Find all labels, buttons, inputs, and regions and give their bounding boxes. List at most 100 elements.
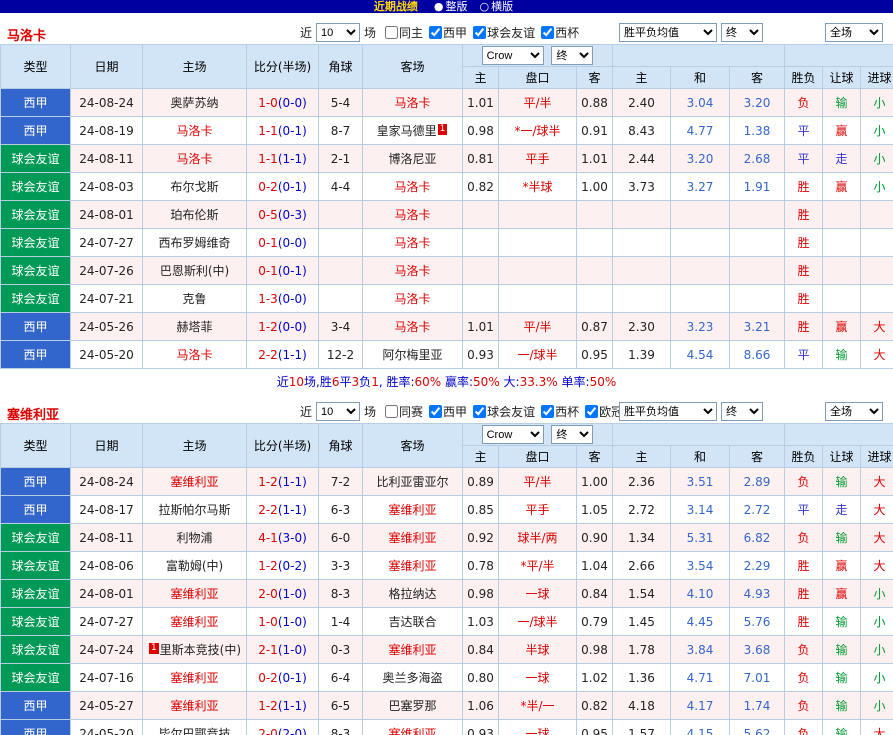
filter-checkbox[interactable]: 同主 bbox=[380, 24, 423, 41]
checkbox-input[interactable] bbox=[429, 405, 442, 418]
avg-home-odds bbox=[613, 257, 671, 285]
home-team: 拉斯帕尔马斯 bbox=[143, 496, 247, 524]
summary-segment: 赢率: bbox=[441, 375, 473, 389]
half-time-score: (0-1) bbox=[278, 180, 307, 194]
checkbox-input[interactable] bbox=[585, 405, 598, 418]
avg-home-odds: 2.72 bbox=[613, 496, 671, 524]
filter-checkbox[interactable]: 西甲 bbox=[424, 24, 467, 41]
away-odds bbox=[577, 285, 613, 313]
avg-away-odds: 6.82 bbox=[730, 524, 785, 552]
team-name: 塞维利亚 bbox=[388, 559, 436, 573]
league-type: 球会友谊 bbox=[1, 201, 71, 229]
avg-home-odds: 8.43 bbox=[613, 117, 671, 145]
team-name: 西布罗姆维奇 bbox=[158, 236, 230, 250]
away-team: 马洛卡 bbox=[363, 89, 463, 117]
goals-cell: 大 bbox=[861, 341, 893, 369]
corner-score: 8-3 bbox=[319, 580, 363, 608]
col-avg-draw: 和 bbox=[671, 446, 730, 468]
match-date: 24-07-16 bbox=[71, 664, 143, 692]
col-corner: 角球 bbox=[319, 45, 363, 89]
team-name: 塞维利亚 bbox=[388, 643, 436, 657]
full-match-select[interactable]: 全场 bbox=[825, 402, 883, 421]
odds-final-select[interactable]: 终 bbox=[551, 425, 593, 444]
avg-odds-type-select[interactable]: 胜平负均值 bbox=[619, 402, 717, 421]
filter-checkbox[interactable]: 西杯 bbox=[536, 24, 579, 41]
away-odds: 1.00 bbox=[577, 173, 613, 201]
col-handicap-result: 让球 bbox=[823, 446, 861, 468]
avg-odds-type-select[interactable]: 胜平负均值 bbox=[619, 23, 717, 42]
home-team: 奥萨苏纳 bbox=[143, 89, 247, 117]
half-time-score: (1-0) bbox=[278, 587, 307, 601]
handicap-line: 平/半 bbox=[499, 89, 577, 117]
match-date: 24-07-26 bbox=[71, 257, 143, 285]
checkbox-input[interactable] bbox=[541, 26, 554, 39]
goals-cell: 大 bbox=[861, 552, 893, 580]
checkbox-input[interactable] bbox=[473, 26, 486, 39]
avg-final-select[interactable]: 终 bbox=[721, 402, 763, 421]
result-cell: 胜 bbox=[785, 313, 823, 341]
handicap-line: 一球 bbox=[499, 664, 577, 692]
half-time-score: (3-0) bbox=[278, 531, 307, 545]
handicap-result-cell: 走 bbox=[823, 145, 861, 173]
away-team: 格拉纳达 bbox=[363, 580, 463, 608]
match-row: 西甲24-08-24奥萨苏纳1-0(0-0)5-4马洛卡1.01平/半0.882… bbox=[1, 89, 893, 117]
filter-checkbox[interactable]: 西杯 bbox=[536, 403, 579, 420]
filter-checkbox[interactable]: 西甲 bbox=[424, 403, 467, 420]
checkbox-input[interactable] bbox=[473, 405, 486, 418]
match-date: 24-05-20 bbox=[71, 341, 143, 369]
match-count-select[interactable]: 10 bbox=[316, 23, 360, 42]
away-odds: 0.79 bbox=[577, 608, 613, 636]
radio-horizontal-version[interactable]: ○横版 bbox=[480, 0, 514, 13]
avg-away-odds bbox=[730, 285, 785, 313]
odds-final-select[interactable]: 终 bbox=[551, 46, 593, 65]
radio-full-version[interactable]: ●整版 bbox=[434, 0, 468, 13]
full-time-score: 0-2 bbox=[258, 671, 278, 685]
radio-selected-icon: ● bbox=[434, 0, 444, 13]
home-team: 马洛卡 bbox=[143, 117, 247, 145]
league-type: 球会友谊 bbox=[1, 229, 71, 257]
match-date: 24-07-24 bbox=[71, 636, 143, 664]
handicap-line bbox=[499, 285, 577, 313]
avg-home-odds: 1.57 bbox=[613, 720, 671, 735]
filter-checkbox[interactable]: 同赛 bbox=[380, 403, 423, 420]
filter-checkbox[interactable]: 球会友谊 bbox=[468, 24, 535, 41]
home-odds: 0.81 bbox=[463, 145, 499, 173]
away-team: 奥兰多海盗 bbox=[363, 664, 463, 692]
handicap-line: *一/球半 bbox=[499, 117, 577, 145]
odds-provider-select[interactable]: Crow bbox=[482, 425, 544, 444]
team-name: 布尔戈斯 bbox=[170, 180, 218, 194]
home-odds: 0.80 bbox=[463, 664, 499, 692]
checkbox-input[interactable] bbox=[385, 26, 398, 39]
corner-score bbox=[319, 257, 363, 285]
team-name: 比利亚雷亚尔 bbox=[376, 475, 448, 489]
away-odds: 0.88 bbox=[577, 89, 613, 117]
avg-final-select[interactable]: 终 bbox=[721, 23, 763, 42]
result-cell: 胜 bbox=[785, 201, 823, 229]
half-time-score: (1-0) bbox=[278, 643, 307, 657]
team-name: 利物浦 bbox=[176, 531, 212, 545]
col-odds-away: 客 bbox=[577, 446, 613, 468]
match-row: 球会友谊24-08-03布尔戈斯0-2(0-1)4-4马洛卡0.82*半球1.0… bbox=[1, 173, 893, 201]
goals-cell: 小 bbox=[861, 580, 893, 608]
avg-draw-odds bbox=[671, 229, 730, 257]
col-avg-draw: 和 bbox=[671, 67, 730, 89]
odds-provider-select[interactable]: Crow bbox=[482, 46, 544, 65]
full-match-select[interactable]: 全场 bbox=[825, 23, 883, 42]
match-count-select[interactable]: 10 bbox=[316, 402, 360, 421]
avg-group-header bbox=[613, 45, 785, 67]
checkbox-input[interactable] bbox=[429, 26, 442, 39]
red-card-badge: 1 bbox=[149, 643, 159, 654]
home-team: 赫塔菲 bbox=[143, 313, 247, 341]
away-odds: 0.98 bbox=[577, 636, 613, 664]
league-type: 西甲 bbox=[1, 313, 71, 341]
corner-score: 0-3 bbox=[319, 636, 363, 664]
checkbox-input[interactable] bbox=[385, 405, 398, 418]
handicap-result-cell: 输 bbox=[823, 468, 861, 496]
filter-checkbox[interactable]: 球会友谊 bbox=[468, 403, 535, 420]
handicap-result-cell: 走 bbox=[823, 496, 861, 524]
match-row: 西甲24-08-19马洛卡1-1(0-1)8-7皇家马德里10.98*一/球半0… bbox=[1, 117, 893, 145]
red-card-badge: 1 bbox=[438, 124, 448, 135]
summary-segment: 场,胜 bbox=[304, 375, 332, 389]
summary-segment: 33.3% bbox=[520, 375, 558, 389]
checkbox-input[interactable] bbox=[541, 405, 554, 418]
